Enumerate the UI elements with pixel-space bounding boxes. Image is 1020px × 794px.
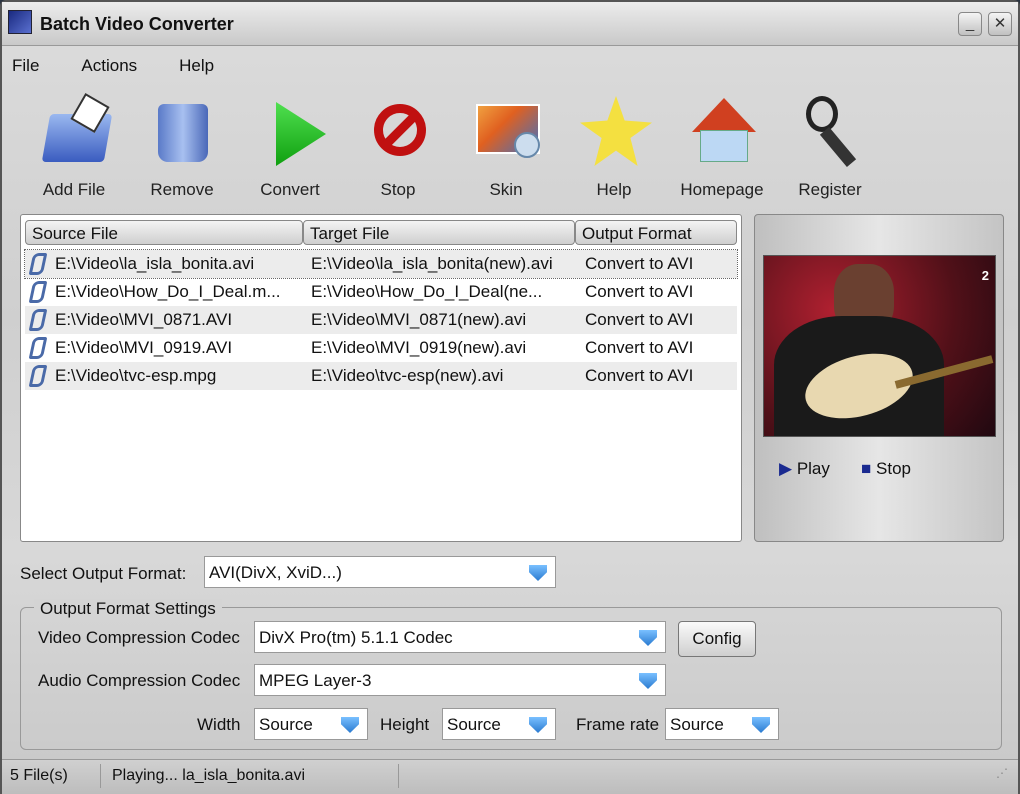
recycle-bin-icon <box>144 92 220 172</box>
stop-button[interactable]: Stop <box>348 92 448 200</box>
close-button[interactable]: ✕ <box>988 12 1012 36</box>
key-icon <box>792 92 868 172</box>
width-select[interactable]: Source <box>254 708 368 740</box>
resize-grip-icon[interactable]: ⋰ <box>996 766 1008 780</box>
file-count: 5 File(s) <box>10 767 68 784</box>
video-file-icon <box>28 365 48 387</box>
star-help-icon <box>576 92 652 172</box>
chevron-down-icon <box>639 630 657 646</box>
height-label: Height <box>380 715 430 734</box>
output-format-select[interactable]: AVI(DivX, XviD...) <box>204 556 556 588</box>
video-file-icon <box>28 337 48 359</box>
preview-panel: 2 ▶ Play ■ Stop <box>754 214 1004 542</box>
app-window: Batch Video Converter _ ✕ File Actions H… <box>0 0 1020 794</box>
register-button[interactable]: Register <box>780 92 880 200</box>
play-icon: ▶ <box>779 459 793 478</box>
table-row[interactable]: E:\Video\How_Do_I_Deal.m... E:\Video\How… <box>25 278 737 306</box>
table-row[interactable]: E:\Video\MVI_0871.AVI E:\Video\MVI_0871(… <box>25 306 737 334</box>
app-icon <box>8 10 32 34</box>
height-select[interactable]: Source <box>442 708 556 740</box>
stop-sign-icon <box>360 92 436 172</box>
framerate-select[interactable]: Source <box>665 708 779 740</box>
table-row[interactable]: E:\Video\la_isla_bonita.avi E:\Video\la_… <box>24 249 738 279</box>
column-header-target[interactable]: Target File <box>303 220 575 245</box>
play-icon <box>252 92 328 172</box>
folder-add-icon <box>36 92 113 172</box>
chevron-down-icon <box>529 717 547 733</box>
target-cell: E:\Video\MVI_0919(new).avi <box>311 338 527 357</box>
width-label: Width <box>197 715 241 734</box>
config-button[interactable]: Config <box>678 621 756 657</box>
skin-palette-icon <box>468 92 544 172</box>
format-cell: Convert to AVI <box>585 366 694 385</box>
menu-bar: File Actions Help <box>12 56 214 76</box>
column-header-format[interactable]: Output Format <box>575 220 737 245</box>
video-file-icon <box>28 281 48 303</box>
source-cell: E:\Video\la_isla_bonita.avi <box>55 254 255 273</box>
channel-overlay: 2 <box>981 268 989 283</box>
add-file-button[interactable]: Add File <box>24 92 124 200</box>
chevron-down-icon <box>639 673 657 689</box>
framerate-label: Frame rate <box>576 715 660 734</box>
remove-button[interactable]: Remove <box>132 92 232 200</box>
minimize-button[interactable]: _ <box>958 12 982 36</box>
menu-help[interactable]: Help <box>179 56 214 76</box>
skin-button[interactable]: Skin <box>456 92 556 200</box>
target-cell: E:\Video\tvc-esp(new).avi <box>311 366 504 385</box>
target-cell: E:\Video\la_isla_bonita(new).avi <box>311 254 553 273</box>
target-cell: E:\Video\MVI_0871(new).avi <box>311 310 527 329</box>
audio-codec-select[interactable]: MPEG Layer-3 <box>254 664 666 696</box>
divider <box>398 764 399 788</box>
video-preview: 2 <box>763 255 996 437</box>
format-cell: Convert to AVI <box>585 338 694 357</box>
target-cell: E:\Video\How_Do_I_Deal(ne... <box>311 282 543 301</box>
menu-file[interactable]: File <box>12 56 39 76</box>
format-cell: Convert to AVI <box>585 282 694 301</box>
table-row[interactable]: E:\Video\tvc-esp.mpg E:\Video\tvc-esp(ne… <box>25 362 737 390</box>
source-cell: E:\Video\How_Do_I_Deal.m... <box>55 282 281 301</box>
source-cell: E:\Video\tvc-esp.mpg <box>55 366 217 385</box>
play-button[interactable]: ▶ Play <box>779 459 830 479</box>
video-file-icon <box>28 309 48 331</box>
help-button[interactable]: Help <box>564 92 664 200</box>
column-header-source[interactable]: Source File <box>25 220 303 245</box>
video-file-icon <box>28 253 48 275</box>
video-codec-label: Video Compression Codec <box>38 628 240 647</box>
table-row[interactable]: E:\Video\MVI_0919.AVI E:\Video\MVI_0919(… <box>25 334 737 362</box>
video-codec-select[interactable]: DivX Pro(tm) 5.1.1 Codec <box>254 621 666 653</box>
source-cell: E:\Video\MVI_0919.AVI <box>55 338 233 357</box>
status-message: Playing... la_isla_bonita.avi <box>112 767 306 784</box>
house-icon <box>684 92 760 172</box>
title-bar: Batch Video Converter _ ✕ <box>2 2 1018 46</box>
format-cell: Convert to AVI <box>585 254 694 273</box>
format-cell: Convert to AVI <box>585 310 694 329</box>
window-title: Batch Video Converter <box>40 14 234 34</box>
stop-preview-button[interactable]: ■ Stop <box>861 459 911 479</box>
status-bar: 5 File(s) Playing... la_isla_bonita.avi … <box>2 759 1018 794</box>
audio-codec-label: Audio Compression Codec <box>38 671 241 690</box>
chevron-down-icon <box>341 717 359 733</box>
divider <box>100 764 101 788</box>
convert-button[interactable]: Convert <box>240 92 340 200</box>
homepage-button[interactable]: Homepage <box>672 92 772 200</box>
settings-title: Output Format Settings <box>34 599 222 619</box>
file-list[interactable]: Source File Target File Output Format E:… <box>20 214 742 542</box>
menu-actions[interactable]: Actions <box>81 56 137 76</box>
stop-icon: ■ <box>861 459 872 478</box>
output-format-label: Select Output Format: <box>20 564 187 583</box>
chevron-down-icon <box>752 717 770 733</box>
chevron-down-icon <box>529 565 547 581</box>
source-cell: E:\Video\MVI_0871.AVI <box>55 310 233 329</box>
